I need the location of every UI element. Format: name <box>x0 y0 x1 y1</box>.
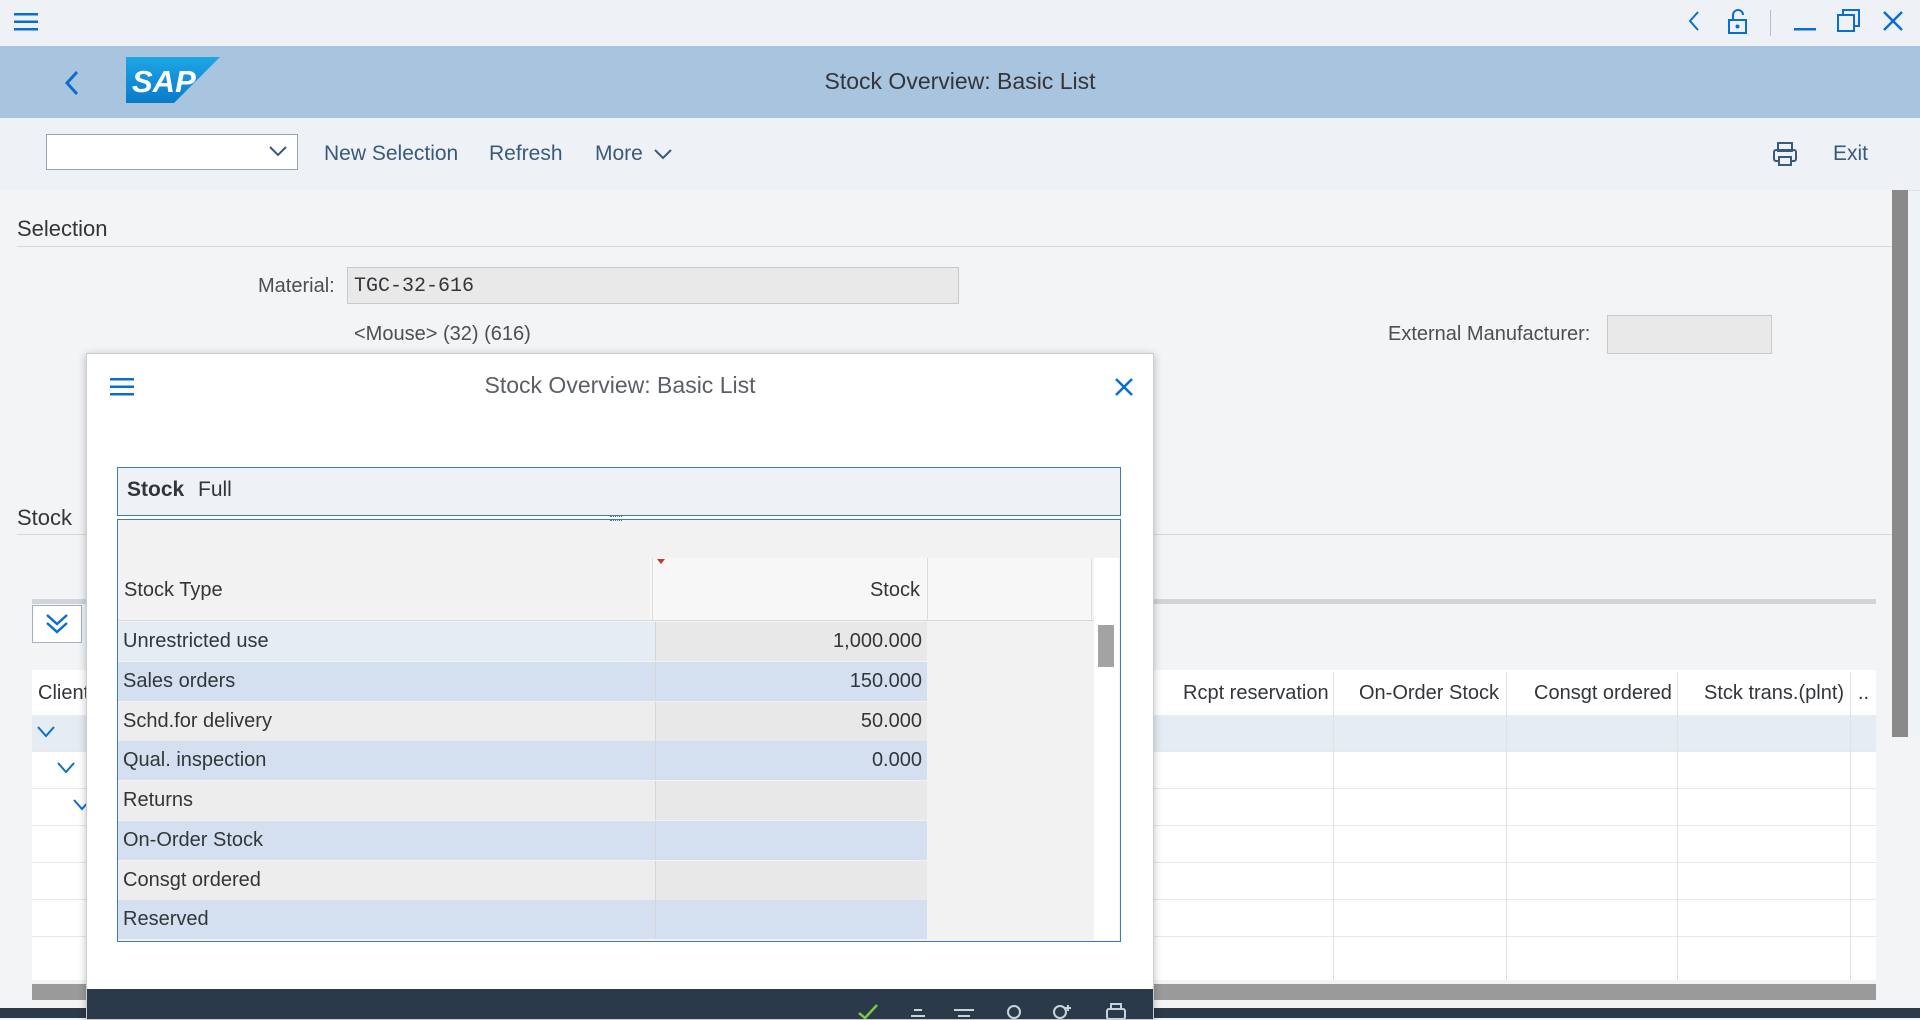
cell-stock: 50.000 <box>655 701 927 741</box>
scrollbar-track <box>1892 737 1920 1018</box>
table-row[interactable]: On-Order Stock <box>118 820 927 860</box>
exit-button[interactable]: Exit <box>1833 142 1868 166</box>
col-header-stock-type[interactable]: Stock Type <box>124 579 223 602</box>
group-value: Full <box>198 478 232 501</box>
print-icon[interactable] <box>1772 140 1798 168</box>
scrollbar-thumb[interactable] <box>1098 625 1114 667</box>
col-divider <box>652 558 653 621</box>
divider <box>1770 10 1771 36</box>
stock-dialog: Stock Overview: Basic List Stock Full St… <box>86 353 1154 1020</box>
table-row[interactable]: Returns <box>118 781 927 820</box>
col-header-more[interactable]: .. <box>1858 682 1869 705</box>
search-icon[interactable] <box>1005 1003 1025 1019</box>
dialog-title: Stock Overview: Basic List <box>484 372 756 398</box>
cell-stock-type: Sales orders <box>118 661 655 701</box>
sort-icon[interactable] <box>909 1005 927 1019</box>
col-divider <box>927 558 928 621</box>
cell-stock: 0.000 <box>655 741 927 781</box>
cell-stock-type: Reserved <box>118 900 655 940</box>
table-row[interactable]: Schd.for delivery 50.000 <box>118 701 927 741</box>
expand-all-button[interactable] <box>32 605 82 643</box>
restore-icon[interactable] <box>1836 8 1862 34</box>
divider <box>17 246 1892 247</box>
grid-body: Unrestricted use 1,000.000 Sales orders 150… <box>118 622 1094 940</box>
cell-stock-type: Returns <box>118 781 655 820</box>
col-header-stck-trans[interactable]: Stck trans.(plnt) <box>1704 682 1844 705</box>
col-divider <box>1677 672 1678 980</box>
cell-stock: 150.000 <box>655 661 927 701</box>
stock-grid: Stock Type Stock Unrestricted use 1,000.0… <box>117 516 1121 942</box>
cell-stock <box>655 781 927 820</box>
shell-header: SAP Stock Overview: Basic List <box>0 46 1920 118</box>
col-header-stock[interactable]: Stock <box>658 579 920 602</box>
external-manufacturer-input[interactable] <box>1607 315 1772 354</box>
chevron-down-icon <box>269 146 287 157</box>
menu-icon[interactable] <box>12 10 40 34</box>
close-icon[interactable] <box>1113 376 1135 398</box>
selection-title: Selection <box>17 216 108 241</box>
print-icon[interactable] <box>1105 1003 1127 1019</box>
col-divider <box>1333 672 1334 980</box>
col-header-rcpt-reservation[interactable]: Rcpt reservation <box>1183 682 1329 705</box>
cell-stock: 1,000.000 <box>655 622 927 661</box>
chevron-down-icon[interactable] <box>36 724 56 740</box>
col-header-on-order-stock[interactable]: On-Order Stock <box>1359 682 1499 705</box>
material-label: Material: <box>258 275 335 297</box>
table-row[interactable]: Qual. inspection 0.000 <box>118 741 927 781</box>
cell-stock-type: Qual. inspection <box>118 741 655 781</box>
cell-stock <box>655 860 927 900</box>
system-bar <box>0 0 1920 46</box>
unlock-icon[interactable] <box>1726 8 1750 36</box>
grid-vertical-scrollbar[interactable] <box>1094 558 1119 940</box>
group-label: Stock <box>127 478 185 501</box>
col-divider <box>1850 672 1851 980</box>
cell-stock-type: Unrestricted use <box>118 622 655 661</box>
cell-stock-type: Consgt ordered <box>118 860 655 900</box>
stock-title: Stock <box>17 505 73 530</box>
cell-stock-type: Schd.for delivery <box>118 701 655 741</box>
cell-stock-type: On-Order Stock <box>118 820 655 860</box>
cell-stock <box>655 820 927 860</box>
table-row[interactable]: Consgt ordered <box>118 860 927 900</box>
group-header: Stock Full <box>117 467 1121 516</box>
double-chevron-down-icon <box>46 614 68 634</box>
minimize-icon[interactable] <box>1792 8 1818 34</box>
page-title: Stock Overview: Basic List <box>824 68 1096 94</box>
sort-indicator <box>657 559 665 564</box>
col-header-client[interactable]: Client <box>38 682 89 705</box>
check-icon[interactable] <box>857 1003 879 1019</box>
close-icon[interactable] <box>1880 8 1906 34</box>
more-button[interactable]: More <box>595 142 673 166</box>
table-row[interactable]: Unrestricted use 1,000.000 <box>118 622 927 661</box>
command-field[interactable] <box>46 134 298 170</box>
header-divider <box>118 620 1094 621</box>
more-label: More <box>595 142 643 165</box>
external-manufacturer-label: External Manufacturer: <box>1388 323 1591 345</box>
col-divider <box>1091 558 1092 621</box>
chevron-left-icon[interactable] <box>1684 8 1704 34</box>
grid-header: Stock Type Stock <box>118 558 1094 621</box>
dialog-footer <box>87 989 1153 1019</box>
search-plus-icon[interactable] <box>1051 1003 1075 1019</box>
resize-handle[interactable] <box>610 516 622 521</box>
filter-icon[interactable] <box>953 1005 975 1019</box>
material-description: <Mouse> (32) (616) <box>354 323 531 345</box>
chevron-down-icon <box>653 149 672 160</box>
cell-stock <box>655 900 927 940</box>
table-row[interactable]: Reserved <box>118 900 927 940</box>
material-input[interactable]: TGC-32-616 <box>347 267 959 304</box>
col-divider <box>1506 672 1507 980</box>
refresh-button[interactable]: Refresh <box>489 142 563 166</box>
chevron-down-icon[interactable] <box>56 760 76 776</box>
vertical-scrollbar[interactable] <box>1892 190 1908 737</box>
new-selection-button[interactable]: New Selection <box>324 142 458 166</box>
col-header-consgt-ordered[interactable]: Consgt ordered <box>1534 682 1672 705</box>
table-row[interactable]: Sales orders 150.000 <box>118 661 927 701</box>
